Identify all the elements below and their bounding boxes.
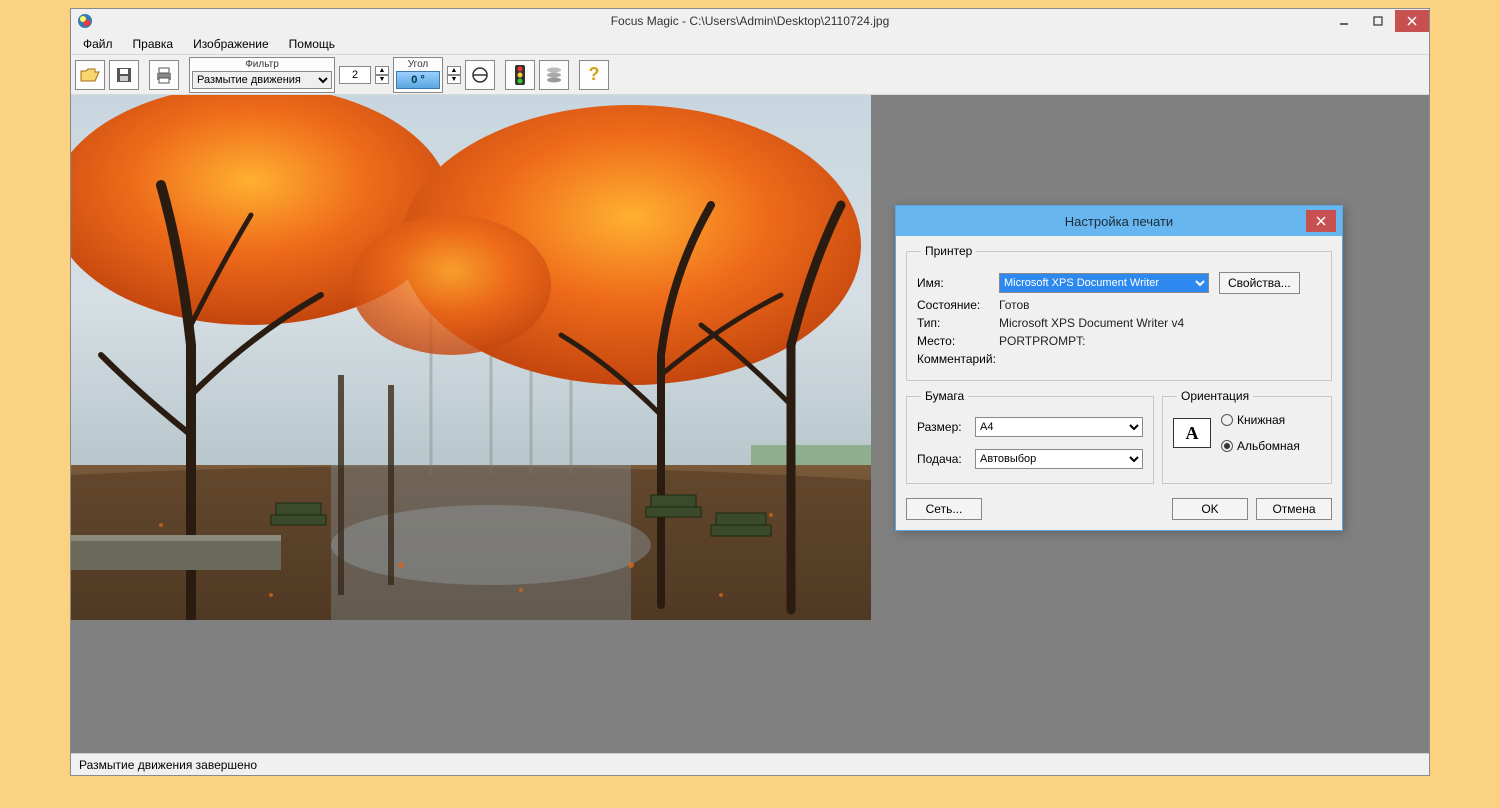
menubar: Файл Правка Изображение Помощь: [71, 33, 1429, 55]
properties-button[interactable]: Свойства...: [1219, 272, 1300, 294]
filter-select[interactable]: Размытие движения: [192, 71, 332, 89]
ok-button[interactable]: OK: [1172, 498, 1248, 520]
menu-image[interactable]: Изображение: [185, 35, 277, 53]
menu-help[interactable]: Помощь: [281, 35, 343, 53]
portrait-label: Книжная: [1237, 413, 1285, 427]
paper-size-select[interactable]: A4: [975, 417, 1143, 437]
paper-size-label: Размер:: [917, 420, 975, 434]
portrait-radio[interactable]: Книжная: [1221, 413, 1300, 427]
paper-feed-select[interactable]: Автовыбор: [975, 449, 1143, 469]
angle-label: Угол: [408, 59, 429, 71]
printer-type-value: Microsoft XPS Document Writer v4: [999, 316, 1184, 330]
printer-fieldset: Принтер Имя: Microsoft XPS Document Writ…: [906, 244, 1332, 381]
help-button[interactable]: ?: [579, 60, 609, 90]
printer-name-select[interactable]: Microsoft XPS Document Writer: [999, 273, 1209, 293]
print-button[interactable]: [149, 60, 179, 90]
angle-spinner-down[interactable]: ▼: [447, 75, 461, 84]
printer-comment-label: Комментарий:: [917, 352, 999, 366]
printer-place-label: Место:: [917, 334, 999, 348]
spinner-down[interactable]: ▼: [375, 75, 389, 84]
printer-state-value: Готов: [999, 298, 1030, 312]
dialog-title: Настройка печати: [896, 214, 1342, 229]
dialog-body: Принтер Имя: Microsoft XPS Document Writ…: [896, 236, 1342, 530]
statusbar: Размытие движения завершено: [71, 753, 1429, 775]
angle-value[interactable]: 0 °: [396, 71, 440, 89]
printer-state-label: Состояние:: [917, 298, 999, 312]
menu-edit[interactable]: Правка: [125, 35, 182, 53]
network-button[interactable]: Сеть...: [906, 498, 982, 520]
print-setup-dialog: Настройка печати Принтер Имя: Microsoft …: [895, 205, 1343, 531]
printer-place-value: PORTPROMPT:: [999, 334, 1085, 348]
titlebar[interactable]: Focus Magic - C:\Users\Admin\Desktop\211…: [71, 9, 1429, 33]
status-text: Размытие движения завершено: [79, 758, 257, 772]
amount-input[interactable]: [339, 66, 371, 84]
radio-icon: [1221, 440, 1233, 452]
document-image: [71, 95, 871, 620]
traffic-light-icon[interactable]: [505, 60, 535, 90]
filter-group: Фильтр Размытие движения: [189, 57, 335, 93]
toolbar: Фильтр Размытие движения ▲ ▼ Угол 0 ° ▲ …: [71, 55, 1429, 95]
printer-type-label: Тип:: [917, 316, 999, 330]
spinner-up[interactable]: ▲: [375, 66, 389, 75]
paper-feed-label: Подача:: [917, 452, 975, 466]
cancel-button[interactable]: Отмена: [1256, 498, 1332, 520]
angle-spinner-up[interactable]: ▲: [447, 66, 461, 75]
dialog-titlebar[interactable]: Настройка печати: [896, 206, 1342, 236]
angle-spinner: ▲ ▼: [447, 66, 461, 84]
stack-icon[interactable]: [539, 60, 569, 90]
angle-group: Угол 0 °: [393, 57, 443, 93]
page-orientation-icon: A: [1173, 418, 1211, 448]
orientation-fieldset: Ориентация A Книжная Альбомная: [1162, 389, 1332, 484]
menu-file[interactable]: Файл: [75, 35, 121, 53]
amount-spinner: ▲ ▼: [375, 66, 389, 84]
orientation-legend: Ориентация: [1177, 389, 1253, 403]
question-icon: ?: [589, 64, 600, 85]
landscape-label: Альбомная: [1237, 439, 1300, 453]
printer-name-label: Имя:: [917, 276, 999, 290]
radio-icon: [1221, 414, 1233, 426]
paper-fieldset: Бумага Размер: A4 Подача: Автовыбор: [906, 389, 1154, 484]
paper-legend: Бумага: [921, 389, 968, 403]
save-button[interactable]: [109, 60, 139, 90]
landscape-radio[interactable]: Альбомная: [1221, 439, 1300, 453]
filter-label: Фильтр: [245, 59, 279, 71]
circle-tool[interactable]: [465, 60, 495, 90]
open-button[interactable]: [75, 60, 105, 90]
window-title: Focus Magic - C:\Users\Admin\Desktop\211…: [71, 14, 1429, 28]
printer-legend: Принтер: [921, 244, 976, 258]
